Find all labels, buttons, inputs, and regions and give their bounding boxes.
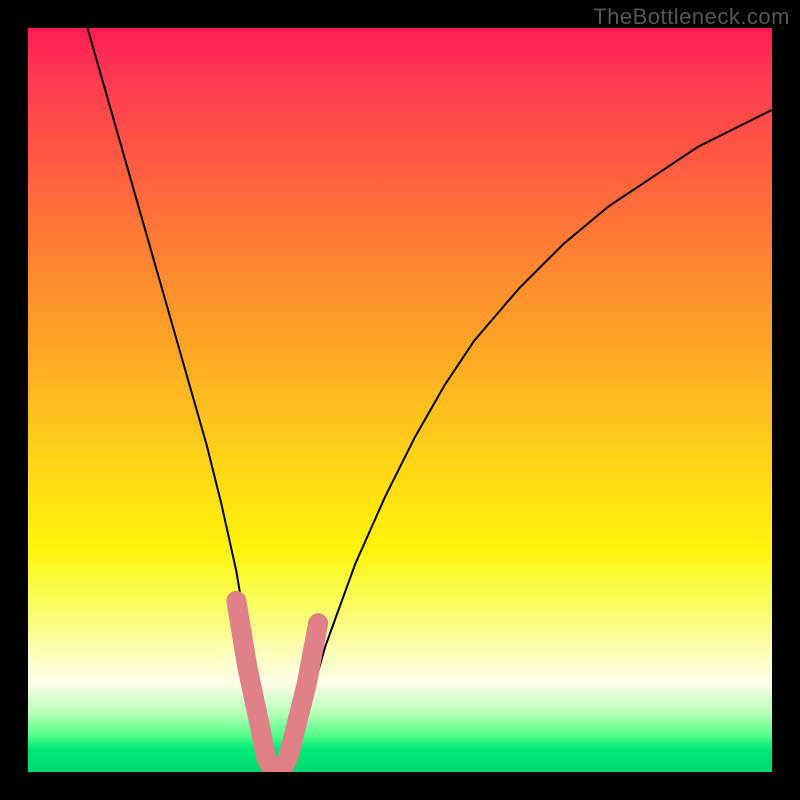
optimal-zone-highlight — [236, 601, 318, 772]
plot-area — [28, 28, 772, 772]
curve-overlay — [28, 28, 772, 772]
watermark-text: TheBottleneck.com — [593, 4, 790, 30]
chart-frame: TheBottleneck.com — [0, 0, 800, 800]
bottleneck-curve — [88, 28, 772, 772]
